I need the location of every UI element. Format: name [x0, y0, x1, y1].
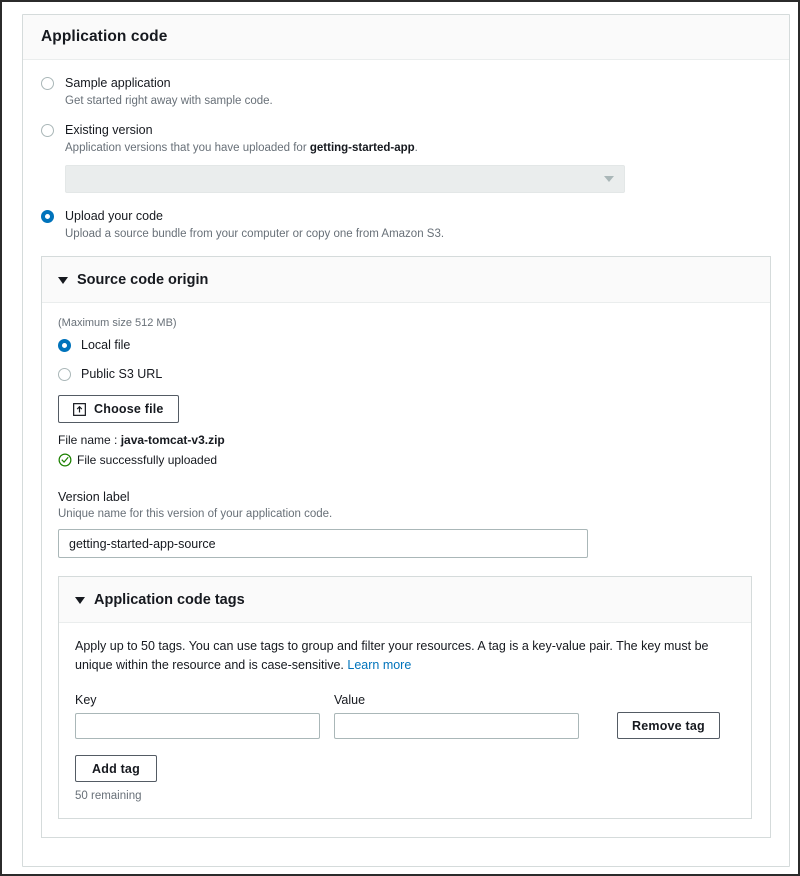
- radio-label-public-s3-url: Public S3 URL: [81, 367, 163, 381]
- desc-post: .: [414, 142, 418, 154]
- radio-label-local-file: Local file: [81, 338, 131, 352]
- radio-indicator-upload-your-code[interactable]: [41, 210, 54, 223]
- tag-value-label: Value: [334, 693, 366, 707]
- radio-indicator-public-s3-url[interactable]: [58, 368, 71, 381]
- radio-indicator-sample-application[interactable]: [41, 77, 54, 90]
- existing-version-select[interactable]: [65, 165, 625, 193]
- radio-indicator-existing-version[interactable]: [41, 124, 54, 137]
- radio-option-existing-version[interactable]: Existing version Application versions th…: [41, 121, 771, 156]
- triangle-down-icon[interactable]: [58, 277, 68, 284]
- check-circle-icon: [58, 453, 72, 467]
- radio-label-upload-your-code: Upload your code: [65, 209, 163, 223]
- tags-description: Apply up to 50 tags. You can use tags to…: [75, 637, 735, 675]
- tag-key-column: Key: [75, 693, 320, 739]
- application-code-tags-panel: Application code tags Apply up to 50 tag…: [58, 576, 752, 819]
- radio-option-local-file[interactable]: Local file: [58, 337, 754, 354]
- tag-value-input[interactable]: [334, 713, 579, 739]
- tag-key-label: Key: [75, 693, 97, 707]
- choose-file-button-label: Choose file: [94, 402, 164, 416]
- radio-texts: Sample application Get started right awa…: [65, 74, 771, 109]
- version-label-field: Version label Unique name for this versi…: [58, 489, 754, 558]
- desc-pre: Application versions that you have uploa…: [65, 142, 310, 154]
- choose-file-button[interactable]: Choose file: [58, 395, 179, 423]
- source-code-origin-panel: Source code origin (Maximum size 512 MB)…: [41, 256, 771, 838]
- radio-indicator-local-file[interactable]: [58, 339, 71, 352]
- radio-texts: Existing version Application versions th…: [65, 121, 771, 156]
- version-label-input[interactable]: [58, 529, 588, 558]
- radio-option-sample-application[interactable]: Sample application Get started right awa…: [41, 74, 771, 109]
- application-code-tags-body: Apply up to 50 tags. You can use tags to…: [59, 623, 751, 818]
- radio-option-public-s3-url[interactable]: Public S3 URL: [58, 366, 754, 383]
- radio-description-upload-your-code: Upload a source bundle from your compute…: [65, 228, 445, 240]
- version-label-description: Unique name for this version of your app…: [58, 508, 333, 520]
- application-code-tags-header[interactable]: Application code tags: [59, 577, 751, 623]
- file-name-value: java-tomcat-v3.zip: [120, 433, 225, 447]
- source-code-origin-title: Source code origin: [77, 271, 209, 288]
- source-code-origin-header[interactable]: Source code origin: [42, 257, 770, 303]
- radio-description-sample-application: Get started right away with sample code.: [65, 95, 273, 107]
- tag-key-input[interactable]: [75, 713, 320, 739]
- add-tag-wrap: Add tag 50 remaining: [75, 755, 735, 802]
- radio-label-existing-version: Existing version: [65, 123, 153, 137]
- file-name-label: File name :: [58, 433, 118, 447]
- tag-value-column: Value: [334, 693, 579, 739]
- add-tag-button[interactable]: Add tag: [75, 755, 157, 782]
- screenshot-frame: Application code Sample application Get …: [0, 0, 800, 876]
- remove-tag-button[interactable]: Remove tag: [617, 712, 720, 739]
- upload-status: File successfully uploaded: [58, 453, 754, 467]
- page-title: Application code: [41, 28, 168, 45]
- max-size-note: (Maximum size 512 MB): [58, 317, 177, 329]
- learn-more-link[interactable]: Learn more: [347, 658, 411, 672]
- upload-icon: [73, 402, 86, 416]
- tag-row: Key Value Remove tag: [75, 693, 735, 739]
- file-name-line: File name : java-tomcat-v3.zip: [58, 433, 754, 447]
- card-body: Sample application Get started right awa…: [23, 60, 789, 854]
- application-code-card: Application code Sample application Get …: [22, 14, 790, 867]
- radio-option-upload-your-code[interactable]: Upload your code Upload a source bundle …: [41, 207, 771, 242]
- chevron-down-icon: [604, 176, 614, 182]
- upload-status-text: File successfully uploaded: [77, 453, 218, 467]
- triangle-down-icon[interactable]: [75, 597, 85, 604]
- radio-texts: Upload your code Upload a source bundle …: [65, 207, 771, 242]
- desc-app-name: getting-started-app: [309, 142, 415, 154]
- application-code-tags-title: Application code tags: [94, 591, 245, 608]
- radio-description-existing-version: Application versions that you have uploa…: [65, 140, 771, 156]
- card-header: Application code: [23, 15, 789, 60]
- version-label-label: Version label: [58, 490, 130, 504]
- radio-label-sample-application: Sample application: [65, 76, 171, 90]
- tags-remaining-count: 50 remaining: [75, 790, 142, 802]
- source-code-origin-body: (Maximum size 512 MB) Local file Public …: [42, 303, 770, 837]
